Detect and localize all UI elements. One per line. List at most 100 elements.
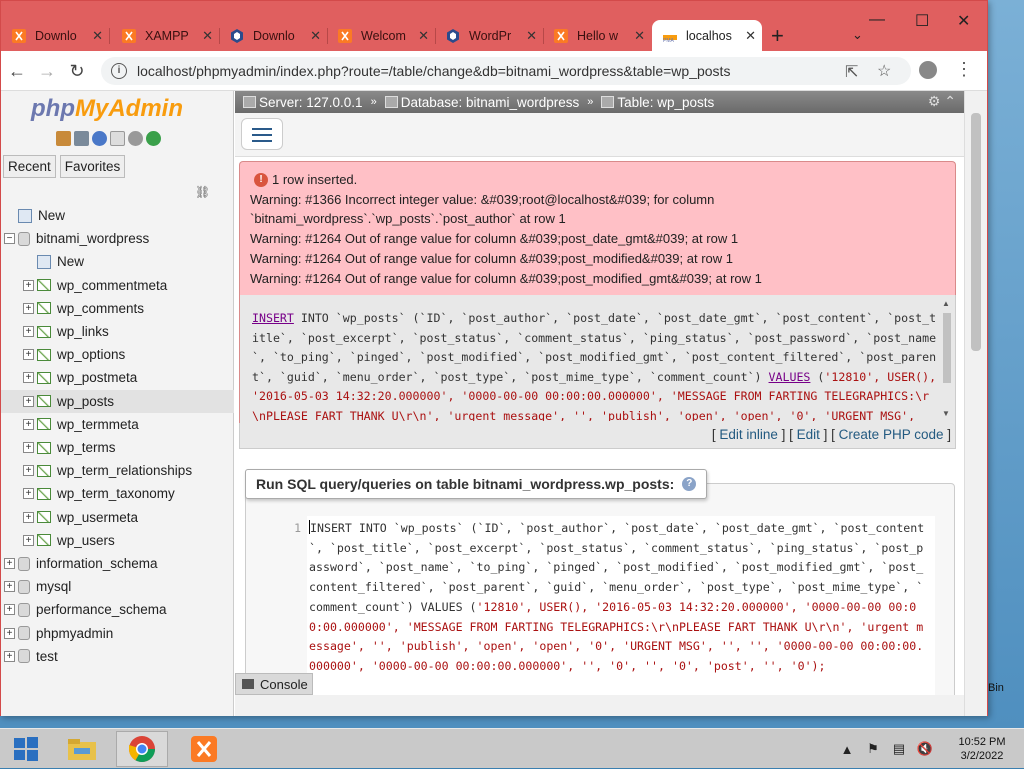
tab-close-icon[interactable]: ✕: [634, 28, 645, 44]
settings-gear-icon[interactable]: [128, 131, 143, 146]
menu-kebab-icon[interactable]: ⋮: [955, 59, 973, 80]
tree-item-label[interactable]: wp_commentmeta: [57, 278, 167, 293]
tree-table-item[interactable]: + wp_options: [1, 343, 234, 366]
sql-scrollbar[interactable]: ▲ ▼: [941, 299, 953, 421]
tree-table-item[interactable]: + wp_comments: [1, 297, 234, 320]
expand-icon[interactable]: +: [23, 349, 34, 361]
breadcrumb-server[interactable]: Server: 127.0.0.1: [259, 95, 363, 110]
expand-icon[interactable]: +: [23, 534, 34, 546]
volume-muted-icon[interactable]: 🔇: [914, 739, 936, 759]
tree-table-item[interactable]: + wp_users: [1, 529, 234, 552]
tree-database-item[interactable]: + phpmyadmin: [1, 622, 234, 645]
tree-database-item[interactable]: − bitnami_wordpress: [1, 227, 234, 250]
minimize-button[interactable]: —: [869, 11, 885, 29]
maximize-button[interactable]: ☐: [915, 11, 929, 31]
tab-close-icon[interactable]: ✕: [745, 28, 756, 44]
tree-database-item[interactable]: + test: [1, 645, 234, 668]
tree-table-item[interactable]: + wp_postmeta: [1, 366, 234, 389]
hamburger-menu-button[interactable]: [241, 118, 283, 150]
tab-search-icon[interactable]: ⌄: [852, 27, 863, 43]
tree-table-item[interactable]: + wp_terms: [1, 436, 234, 459]
reload-icon[interactable]: ↻: [65, 59, 89, 83]
tree-table-item[interactable]: + wp_posts: [1, 389, 234, 413]
link-chain-icon[interactable]: ⛓: [195, 185, 210, 199]
expand-icon[interactable]: +: [23, 395, 34, 407]
scroll-down-icon[interactable]: ▼: [942, 409, 950, 418]
clock[interactable]: 10:52 PM 3/2/2022: [940, 735, 1024, 763]
sql-keyword-insert[interactable]: INSERT: [252, 311, 294, 325]
scroll-up-icon[interactable]: ▲: [942, 299, 950, 308]
tree-table-item[interactable]: + wp_term_taxonomy: [1, 482, 234, 505]
tree-item-label[interactable]: wp_terms: [57, 440, 116, 455]
expand-icon[interactable]: +: [23, 442, 34, 453]
tab-close-icon[interactable]: ✕: [202, 28, 213, 44]
tree-database-item[interactable]: + performance_schema: [1, 598, 234, 621]
console-toggle[interactable]: Console: [235, 673, 313, 695]
tree-item-label[interactable]: test: [36, 649, 58, 664]
edit-inline-link[interactable]: Edit inline: [719, 427, 778, 442]
file-explorer-icon[interactable]: [56, 731, 108, 767]
browser-tab[interactable]: XAMPP ✕: [111, 20, 220, 51]
help-icon[interactable]: ?: [682, 477, 697, 491]
tree-item-label[interactable]: wp_postmeta: [57, 370, 137, 385]
action-center-flag-icon[interactable]: ⚑: [862, 739, 884, 759]
windows-start-icon[interactable]: [6, 733, 46, 765]
tree-table-item[interactable]: + wp_links: [1, 320, 234, 343]
create-php-code-link[interactable]: Create PHP code: [839, 427, 944, 442]
edit-link[interactable]: Edit: [797, 427, 820, 442]
expand-icon[interactable]: +: [23, 418, 34, 430]
tree-item-label[interactable]: wp_posts: [57, 394, 114, 409]
tree-new-item[interactable]: New: [1, 204, 234, 227]
tree-item-label[interactable]: wp_term_taxonomy: [57, 486, 175, 501]
tree-item-label[interactable]: phpmyadmin: [36, 626, 113, 641]
show-hidden-icons-icon[interactable]: ▲: [836, 739, 858, 759]
browser-tab[interactable]: Downlo ✕: [219, 20, 328, 51]
expand-icon[interactable]: +: [23, 326, 34, 337]
address-bar[interactable]: i localhost/phpmyadmin/index.php?route=/…: [101, 57, 911, 85]
expand-icon[interactable]: +: [4, 558, 15, 569]
tab-close-icon[interactable]: ✕: [92, 28, 103, 44]
collapse-icon[interactable]: −: [4, 233, 15, 245]
settings-gear-icon[interactable]: ⚙ ⌃: [928, 93, 956, 110]
expand-icon[interactable]: +: [23, 372, 34, 384]
favorites-tab[interactable]: Favorites: [59, 155, 126, 178]
expand-icon[interactable]: +: [23, 488, 34, 500]
browser-tab[interactable]: Downlo ✕: [1, 20, 110, 51]
profile-avatar[interactable]: [919, 61, 937, 79]
browser-tab[interactable]: Welcom ✕: [327, 20, 436, 51]
tree-item-label[interactable]: wp_usermeta: [57, 510, 138, 525]
close-window-button[interactable]: ✕: [957, 11, 970, 31]
tree-new-item[interactable]: New: [1, 250, 234, 273]
tree-item-label[interactable]: bitnami_wordpress: [36, 231, 149, 246]
expand-icon[interactable]: +: [4, 627, 15, 639]
refresh-icon[interactable]: [146, 131, 161, 146]
exit-icon[interactable]: [74, 131, 89, 146]
tree-item-label[interactable]: wp_users: [57, 533, 115, 548]
docs-icon[interactable]: [110, 131, 125, 146]
tree-item-label[interactable]: wp_links: [57, 324, 109, 339]
sql-keyword-values[interactable]: VALUES: [769, 370, 811, 384]
breadcrumb-table[interactable]: Table: wp_posts: [617, 95, 714, 110]
tree-item-label[interactable]: wp_term_relationships: [57, 463, 192, 478]
network-icon[interactable]: ▤: [888, 739, 910, 759]
recent-tab[interactable]: Recent: [3, 155, 56, 178]
expand-icon[interactable]: +: [23, 465, 34, 477]
vertical-scrollbar[interactable]: [964, 91, 987, 716]
expand-icon[interactable]: +: [4, 650, 15, 662]
browser-tab[interactable]: Hello w ✕: [543, 20, 651, 51]
expand-icon[interactable]: +: [23, 302, 34, 314]
tree-database-item[interactable]: + information_schema: [1, 552, 234, 575]
horizontal-scrollbar[interactable]: [235, 695, 964, 716]
collapse-icon[interactable]: ⌃: [944, 93, 956, 109]
tab-close-icon[interactable]: ✕: [526, 28, 537, 44]
tree-table-item[interactable]: + wp_termmeta: [1, 413, 234, 436]
tree-database-item[interactable]: + mysql: [1, 575, 234, 598]
tree-item-label[interactable]: wp_options: [57, 347, 125, 362]
home-icon[interactable]: [56, 131, 71, 146]
tree-item-label[interactable]: wp_termmeta: [57, 417, 139, 432]
back-icon[interactable]: ←: [5, 59, 29, 83]
tree-item-label[interactable]: performance_schema: [36, 602, 167, 617]
help-icon[interactable]: [92, 131, 107, 146]
chrome-icon[interactable]: [116, 731, 168, 767]
tree-table-item[interactable]: + wp_commentmeta: [1, 274, 234, 297]
